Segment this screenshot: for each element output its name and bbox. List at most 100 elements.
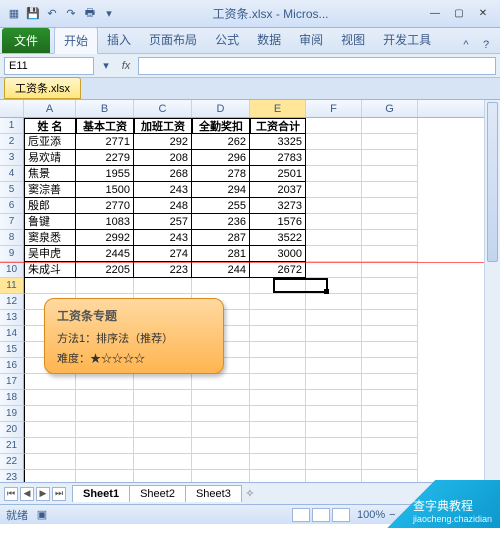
row-header[interactable]: 20 bbox=[0, 422, 24, 438]
data-cell[interactable] bbox=[76, 470, 134, 482]
data-cell[interactable] bbox=[306, 294, 362, 310]
vertical-scrollbar[interactable] bbox=[484, 100, 500, 500]
data-cell[interactable]: 易欢靖 bbox=[24, 150, 76, 166]
data-cell[interactable]: 窦淙善 bbox=[24, 182, 76, 198]
data-cell[interactable] bbox=[306, 406, 362, 422]
row-header[interactable]: 11 bbox=[0, 278, 24, 294]
data-cell[interactable] bbox=[306, 198, 362, 214]
row-header[interactable]: 17 bbox=[0, 374, 24, 390]
data-cell[interactable] bbox=[362, 374, 418, 390]
data-cell[interactable] bbox=[192, 374, 250, 390]
print-icon[interactable]: 🖶 bbox=[82, 6, 98, 22]
data-cell[interactable]: 243 bbox=[134, 182, 192, 198]
data-cell[interactable] bbox=[192, 438, 250, 454]
header-cell[interactable]: 基本工资 bbox=[76, 118, 134, 134]
data-cell[interactable] bbox=[306, 246, 362, 262]
data-cell[interactable] bbox=[362, 390, 418, 406]
data-cell[interactable] bbox=[362, 246, 418, 262]
data-cell[interactable]: 2771 bbox=[76, 134, 134, 150]
sheet-nav-last[interactable]: ⏭ bbox=[52, 487, 66, 501]
data-cell[interactable]: 268 bbox=[134, 166, 192, 182]
data-cell[interactable]: 294 bbox=[192, 182, 250, 198]
data-cell[interactable]: 248 bbox=[134, 198, 192, 214]
zoom-level[interactable]: 100% bbox=[357, 509, 385, 521]
row-header[interactable]: 19 bbox=[0, 406, 24, 422]
row-header[interactable]: 7 bbox=[0, 214, 24, 230]
row-header[interactable]: 5 bbox=[0, 182, 24, 198]
new-sheet-button[interactable]: ✧ bbox=[241, 487, 259, 500]
minimize-button[interactable]: — bbox=[424, 6, 446, 22]
ribbon-tab-5[interactable]: 审阅 bbox=[290, 27, 332, 53]
row-header[interactable]: 3 bbox=[0, 150, 24, 166]
row-header[interactable]: 21 bbox=[0, 438, 24, 454]
data-cell[interactable] bbox=[134, 374, 192, 390]
sheet-tab[interactable]: Sheet2 bbox=[129, 485, 186, 502]
data-cell[interactable]: 2783 bbox=[250, 150, 306, 166]
data-cell[interactable] bbox=[134, 438, 192, 454]
qat-more-icon[interactable]: ▾ bbox=[101, 6, 117, 22]
ribbon-tab-3[interactable]: 公式 bbox=[206, 27, 248, 53]
data-cell[interactable] bbox=[24, 422, 76, 438]
sheet-tab[interactable]: Sheet3 bbox=[185, 485, 242, 502]
data-cell[interactable] bbox=[362, 230, 418, 246]
data-cell[interactable] bbox=[306, 454, 362, 470]
data-cell[interactable] bbox=[250, 294, 306, 310]
row-header[interactable]: 16 bbox=[0, 358, 24, 374]
data-cell[interactable] bbox=[76, 390, 134, 406]
header-cell[interactable] bbox=[306, 118, 362, 134]
data-cell[interactable] bbox=[362, 278, 418, 294]
data-cell[interactable] bbox=[306, 182, 362, 198]
row-header[interactable]: 22 bbox=[0, 454, 24, 470]
data-cell[interactable] bbox=[362, 326, 418, 342]
data-cell[interactable] bbox=[250, 390, 306, 406]
data-cell[interactable] bbox=[250, 438, 306, 454]
data-cell[interactable]: 2672 bbox=[250, 262, 306, 278]
data-cell[interactable]: 3000 bbox=[250, 246, 306, 262]
data-cell[interactable] bbox=[134, 422, 192, 438]
header-cell[interactable] bbox=[362, 118, 418, 134]
sheet-nav-first[interactable]: ⏮ bbox=[4, 487, 18, 501]
namebox-dropdown-icon[interactable]: ▾ bbox=[98, 58, 114, 74]
data-cell[interactable] bbox=[362, 214, 418, 230]
column-header[interactable]: D bbox=[192, 100, 250, 117]
workbook-tab[interactable]: 工资条.xlsx bbox=[4, 77, 81, 99]
data-cell[interactable]: 243 bbox=[134, 230, 192, 246]
data-cell[interactable] bbox=[306, 326, 362, 342]
data-cell[interactable]: 292 bbox=[134, 134, 192, 150]
data-cell[interactable]: 244 bbox=[192, 262, 250, 278]
data-cell[interactable] bbox=[306, 310, 362, 326]
data-cell[interactable] bbox=[250, 310, 306, 326]
data-cell[interactable] bbox=[362, 182, 418, 198]
data-cell[interactable]: 3273 bbox=[250, 198, 306, 214]
data-cell[interactable]: 1500 bbox=[76, 182, 134, 198]
data-cell[interactable] bbox=[24, 438, 76, 454]
undo-icon[interactable]: ↶ bbox=[44, 6, 60, 22]
data-cell[interactable] bbox=[306, 166, 362, 182]
zoom-in-button[interactable]: + bbox=[488, 509, 494, 521]
ribbon-tab-7[interactable]: 开发工具 bbox=[374, 27, 440, 53]
page-layout-view-button[interactable] bbox=[312, 508, 330, 522]
data-cell[interactable] bbox=[134, 454, 192, 470]
data-cell[interactable] bbox=[362, 470, 418, 482]
help-icon[interactable]: ? bbox=[478, 37, 494, 53]
data-cell[interactable] bbox=[306, 470, 362, 482]
column-header[interactable]: C bbox=[134, 100, 192, 117]
data-cell[interactable] bbox=[250, 358, 306, 374]
data-cell[interactable] bbox=[192, 390, 250, 406]
ribbon-tab-0[interactable]: 开始 bbox=[54, 27, 98, 54]
sheet-nav-prev[interactable]: ◀ bbox=[20, 487, 34, 501]
data-cell[interactable] bbox=[362, 310, 418, 326]
data-cell[interactable] bbox=[134, 406, 192, 422]
header-cell[interactable]: 工资合计 bbox=[250, 118, 306, 134]
data-cell[interactable]: 281 bbox=[192, 246, 250, 262]
data-cell[interactable] bbox=[362, 422, 418, 438]
data-cell[interactable] bbox=[362, 262, 418, 278]
column-header[interactable]: A bbox=[24, 100, 76, 117]
ribbon-tab-6[interactable]: 视图 bbox=[332, 27, 374, 53]
data-cell[interactable]: 2501 bbox=[250, 166, 306, 182]
data-cell[interactable] bbox=[192, 454, 250, 470]
data-cell[interactable]: 窦泉悉 bbox=[24, 230, 76, 246]
close-button[interactable]: ✕ bbox=[472, 6, 494, 22]
data-cell[interactable]: 朱成斗 bbox=[24, 262, 76, 278]
data-cell[interactable]: 卮亚添 bbox=[24, 134, 76, 150]
